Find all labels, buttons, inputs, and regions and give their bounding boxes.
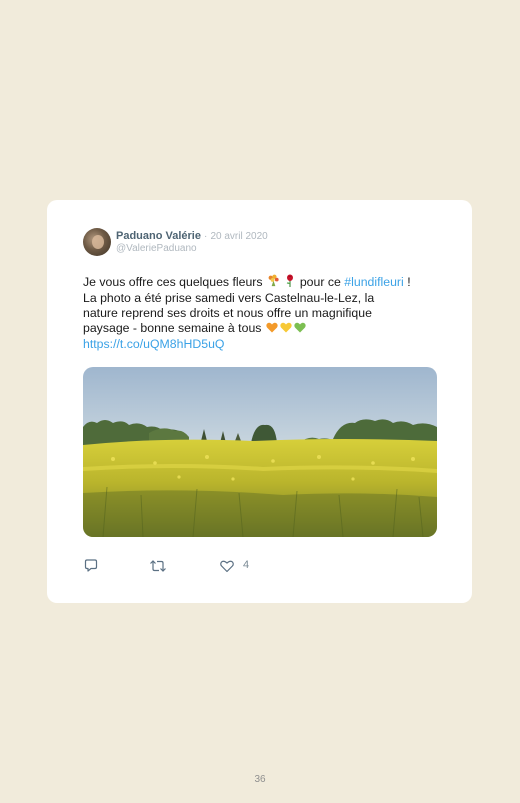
yellow-heart-emoji [280, 322, 292, 337]
bouquet-emoji [267, 274, 280, 291]
like-count: 4 [243, 559, 250, 571]
tweet-text-part: pour ce [299, 275, 341, 289]
tweet-photo[interactable] [83, 367, 437, 537]
post-date[interactable]: 20 avril 2020 [210, 231, 267, 242]
rose-emoji [285, 274, 295, 291]
author-name[interactable]: Paduano Valérie [116, 230, 201, 242]
page-number: 36 [254, 774, 266, 785]
tweet-link[interactable]: https://t.co/uQM8hHD5uQ [83, 337, 224, 351]
tweet-card: Paduano Valérie · 20 avril 2020 @Valerie… [47, 200, 472, 603]
reply-icon[interactable] [83, 558, 99, 574]
retweet-icon[interactable] [149, 558, 167, 574]
tweet-text-part: paysage - bonne semaine à tous [83, 321, 262, 335]
tweet-text-line-4: paysage - bonne semaine à tous [83, 321, 441, 337]
tweet-text-line-1: Je vous offre ces quelques fleurs pour c… [83, 274, 441, 291]
hashtag-link[interactable]: #lundifleuri [344, 275, 403, 289]
tweet-text: Je vous offre ces quelques fleurs pour c… [83, 274, 441, 352]
tweet-text-part: Je vous offre ces quelques fleurs [83, 275, 263, 289]
avatar[interactable] [83, 228, 111, 256]
avatar-face [92, 235, 104, 249]
tweet-actions: 4 [83, 558, 283, 574]
author-handle[interactable]: @ValeriePaduano [116, 243, 197, 254]
like-icon[interactable] [219, 558, 235, 574]
separator-dot: · [204, 231, 208, 242]
tweet-text-part: ! [407, 275, 411, 289]
author-line: Paduano Valérie · 20 avril 2020 [116, 230, 268, 242]
photo-landscape [83, 367, 437, 537]
tweet-text-line-5: https://t.co/uQM8hHD5uQ [83, 337, 441, 352]
green-heart-emoji [294, 322, 306, 337]
tweet-text-line-3: nature reprend ses droits et nous offre … [83, 306, 372, 320]
tweet-text-line-2: La photo a été prise samedi vers Casteln… [83, 291, 375, 305]
orange-heart-emoji [266, 322, 278, 337]
